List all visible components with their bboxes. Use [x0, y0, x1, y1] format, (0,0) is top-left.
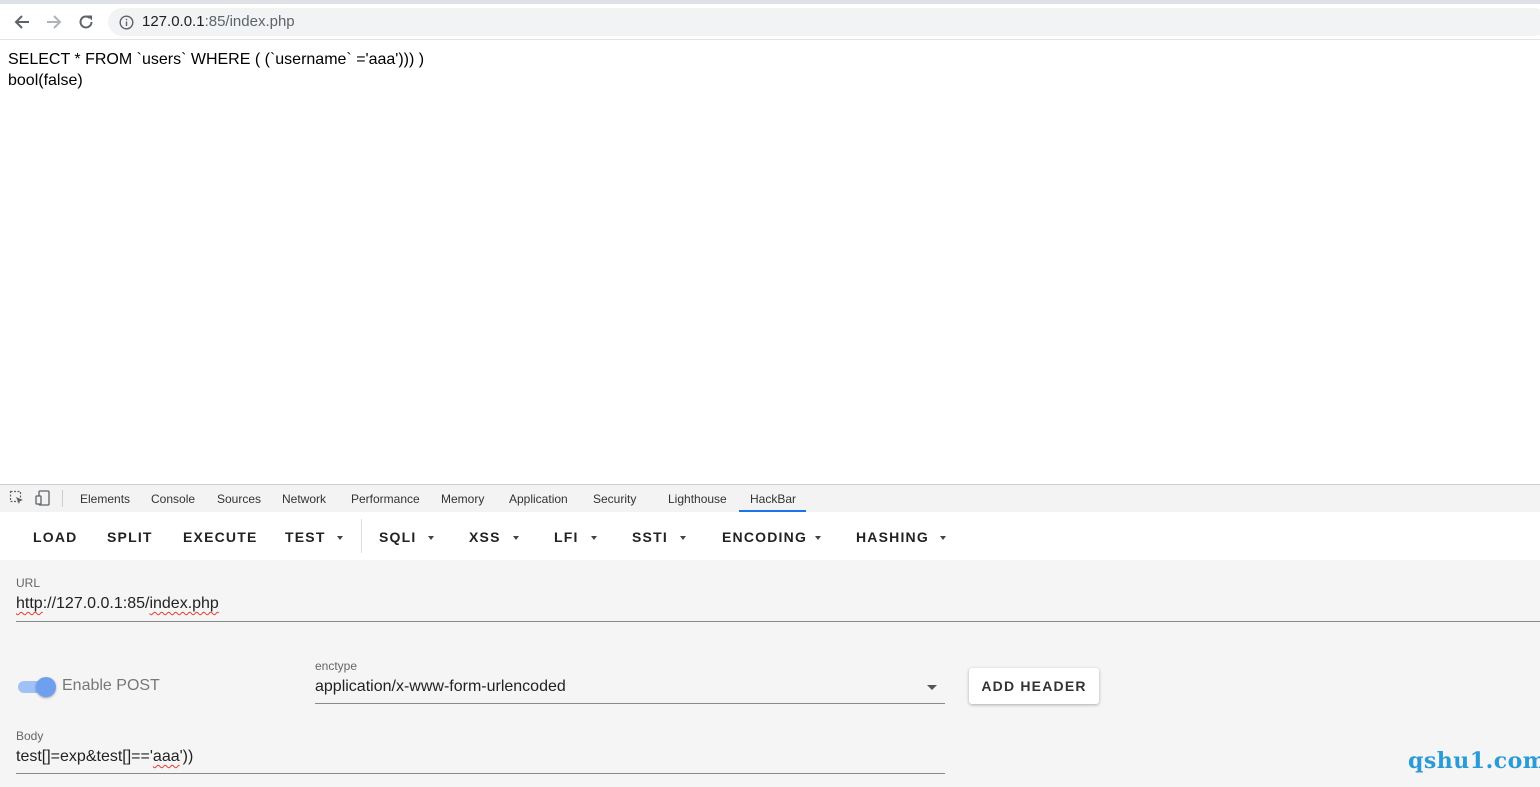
url-scheme: http — [16, 595, 43, 612]
test-menu-button[interactable]: TEST — [285, 529, 326, 545]
url-host: 127.0.0.1 — [142, 13, 205, 30]
sqli-menu-button[interactable]: SQLI — [379, 529, 416, 545]
reload-icon[interactable] — [72, 8, 100, 36]
result-line: bool(false) — [8, 72, 83, 89]
tab-lighthouse[interactable]: Lighthouse — [668, 492, 727, 506]
body-pre: test[]=exp&test[]==' — [16, 748, 153, 765]
xss-menu-button[interactable]: XSS — [469, 529, 501, 545]
tab-console[interactable]: Console — [151, 492, 195, 506]
enctype-select[interactable]: application/x-www-form-urlencoded — [315, 678, 566, 696]
sql-query-line: SELECT * FROM `users` WHERE ( (`username… — [8, 51, 425, 68]
tab-elements[interactable]: Elements — [80, 492, 130, 506]
body-field[interactable]: test[]=exp&test[]=='aaa')) — [16, 748, 193, 766]
body-post: ')) — [179, 748, 194, 765]
execute-button[interactable]: EXECUTE — [183, 529, 258, 545]
ssti-caret-icon — [680, 536, 686, 540]
body-mid: aaa — [152, 748, 180, 765]
back-icon[interactable] — [8, 8, 36, 36]
test-caret-icon — [337, 536, 343, 540]
url-field[interactable]: http://127.0.0.1:85/index.php — [16, 595, 219, 613]
inspect-element-icon[interactable] — [9, 490, 25, 511]
split-button[interactable]: SPLIT — [107, 529, 153, 545]
tab-performance[interactable]: Performance — [351, 492, 420, 506]
add-header-button[interactable]: ADD HEADER — [969, 668, 1099, 704]
info-icon[interactable] — [119, 15, 134, 35]
load-button[interactable]: LOAD — [33, 529, 77, 545]
encoding-caret-icon — [815, 536, 821, 540]
url-path: :85/index.php — [204, 13, 295, 30]
device-toolbar-icon[interactable] — [35, 490, 51, 511]
tab-security[interactable]: Security — [593, 492, 636, 506]
enctype-label: enctype — [315, 659, 358, 673]
enctype-dropdown-icon[interactable] — [927, 685, 937, 690]
forward-icon[interactable] — [40, 8, 68, 36]
encoding-menu-button[interactable]: ENCODING — [722, 529, 807, 545]
tab-application[interactable]: Application — [509, 492, 568, 506]
url-field-underline — [16, 621, 1540, 622]
ssti-menu-button[interactable]: SSTI — [632, 529, 668, 545]
body-field-underline — [16, 773, 945, 774]
tab-sources[interactable]: Sources — [217, 492, 261, 506]
enable-post-toggle-thumb[interactable] — [36, 677, 56, 697]
tab-memory[interactable]: Memory — [441, 492, 484, 506]
menu-separator — [361, 519, 362, 553]
browser-toolbar: 127.0.0.1:85/index.php — [0, 4, 1540, 40]
enctype-underline — [315, 703, 945, 704]
xss-caret-icon — [513, 536, 519, 540]
sqli-caret-icon — [428, 536, 434, 540]
lfi-menu-button[interactable]: LFI — [554, 529, 579, 545]
hackbar-panel — [0, 560, 1540, 787]
url-file: index.php — [149, 595, 219, 612]
devtools-separator — [62, 490, 63, 507]
enable-post-label: Enable POST — [62, 677, 160, 694]
hackbar-menu: LOAD SPLIT EXECUTE TEST SQLI XSS LFI SST… — [0, 512, 1540, 560]
address-bar[interactable]: 127.0.0.1:85/index.php — [108, 8, 1540, 36]
page-output: SELECT * FROM `users` WHERE ( (`username… — [8, 49, 424, 91]
body-field-label: Body — [16, 729, 44, 743]
url-middle: ://127.0.0.1:85/ — [42, 595, 150, 612]
address-text[interactable]: 127.0.0.1:85/index.php — [142, 13, 295, 30]
watermark: qshu1.com — [1408, 748, 1540, 774]
lfi-caret-icon — [591, 536, 597, 540]
tab-network[interactable]: Network — [282, 492, 326, 506]
devtools-tabbar: Elements Console Sources Network Perform… — [0, 484, 1540, 513]
hashing-menu-button[interactable]: HASHING — [856, 529, 929, 545]
url-field-label: URL — [16, 576, 41, 590]
tab-hackbar[interactable]: HackBar — [750, 492, 796, 506]
hashing-caret-icon — [940, 536, 946, 540]
